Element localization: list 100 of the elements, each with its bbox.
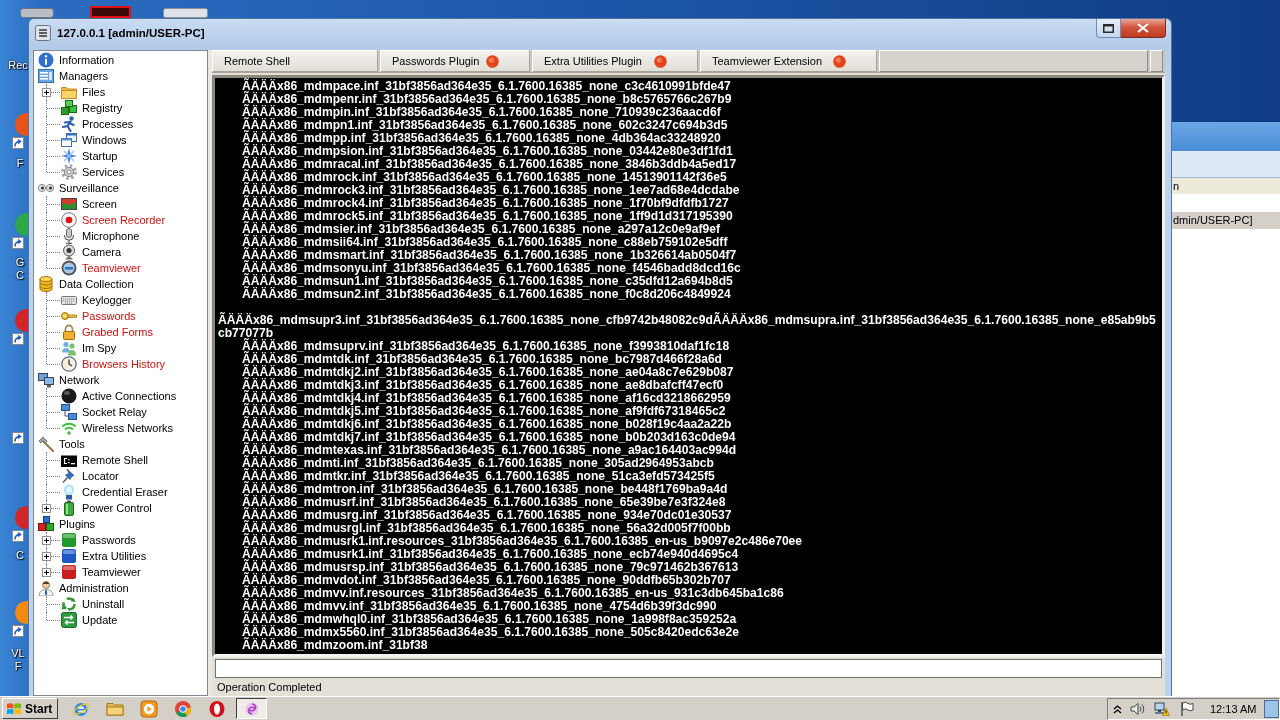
output-line: ÃÄÄÄx86_mdmsonyu.inf_31bf3856ad364e35_6.1.7600.16385_none_f4546badd8dcd16c — [241, 262, 742, 275]
output-line: ÃÄÄÄx86_mdmtdkj4.inf_31bf3856ad364e35_6.1.7600.16385_none_af16cd3218662959 — [241, 392, 732, 405]
expand-toggle[interactable] — [42, 568, 51, 577]
header-cell: n — [1172, 178, 1280, 194]
blank-panel — [1150, 50, 1163, 72]
status-text: Operation Completed — [217, 681, 322, 693]
tree-item[interactable]: Power Control — [81, 500, 153, 516]
tree-item[interactable]: Locator — [81, 468, 120, 484]
shortcut-icon — [11, 600, 28, 638]
output-line: ÃÄÄÄx86_mdmtdkj5.inf_31bf3856ad364e35_6.1.7600.16385_none_af9fdf67318465c2 — [241, 405, 726, 418]
show-desktop-button[interactable] — [1264, 699, 1279, 718]
tree-category[interactable]: Managers — [58, 68, 109, 84]
output-line: ÃÄÄÄx86_mdmtkr.inf_31bf3856ad364e35_6.1.7600.16385_none_51ca3efd573425f5 — [241, 470, 715, 483]
tree-item[interactable]: Browsers History — [81, 356, 167, 372]
tree-item[interactable]: Windows — [81, 132, 128, 148]
recycle-icon — [61, 596, 77, 612]
tree-item[interactable]: Screen Recorder — [81, 212, 167, 228]
tree-item[interactable]: Camera — [81, 244, 123, 260]
tree-category[interactable]: Data Collection — [58, 276, 135, 292]
output-line: ÃÄÄÄx86_mdmusrk1.inf.resources_31bf3856ad364e35_6.1.7600.16385_en-us_b9097e2c486e70ee — [241, 535, 804, 548]
expand-toggle[interactable] — [42, 552, 51, 561]
status-dot-icon — [486, 54, 499, 68]
output-line: ÃÄÄÄx86_mdmusrf.inf_31bf3856ad364e35_6.1.7600.16385_none_65e39be7e3f324e8 — [241, 496, 726, 509]
tree-item[interactable]: Passwords — [81, 532, 137, 548]
start-button[interactable]: Start — [2, 698, 59, 719]
windows-icon — [61, 132, 77, 148]
tree-item[interactable]: Remote Shell — [81, 452, 150, 468]
tab[interactable]: Passwords Plugin — [380, 50, 530, 72]
tree-item[interactable]: Grabed Forms — [81, 324, 154, 340]
tree-item[interactable]: Im Spy — [81, 340, 118, 356]
desktop-icon-label: VL F — [10, 647, 26, 673]
tree-item[interactable]: Teamviewer — [81, 564, 142, 580]
tree-category[interactable]: Administration — [58, 580, 130, 596]
clock[interactable]: 12:13 AM — [1210, 702, 1257, 715]
close-button[interactable] — [1121, 19, 1166, 38]
tree-category[interactable]: Surveillance — [58, 180, 120, 196]
tree-item[interactable]: Microphone — [81, 228, 141, 244]
blocks-icon — [38, 516, 54, 532]
monitors-icon — [38, 372, 54, 388]
people-icon — [61, 340, 77, 356]
taskbar-button[interactable] — [236, 698, 268, 719]
tree-item[interactable]: Registry — [81, 100, 124, 116]
output-line: ÃÄÄÄx86_mdmusrsp.inf_31bf3856ad364e35_6.1.7600.16385_none_79c971462b367613 — [241, 561, 740, 574]
swirl-icon — [243, 700, 260, 717]
tree-item[interactable]: Services — [81, 164, 126, 180]
disc-icon — [61, 260, 77, 276]
command-input[interactable] — [215, 659, 1162, 678]
play-icon[interactable] — [140, 699, 159, 718]
tree-item[interactable]: Startup — [81, 148, 119, 164]
output-line: ÃÄÄÄx86_mdmsun2.inf_31bf3856ad364e35_6.1.7600.16385_none_f0c8d206c4849924 — [241, 288, 731, 301]
maximize-icon — [1103, 23, 1114, 33]
expand-toggle[interactable] — [42, 536, 51, 545]
tree-category[interactable]: Tools — [58, 436, 86, 452]
tree-item[interactable]: Extra Utilities — [81, 548, 148, 564]
desktop-icon-label: G C — [14, 256, 26, 282]
tree-item[interactable]: Socket Relay — [81, 404, 148, 420]
bulb-icon — [61, 484, 77, 500]
tree-item[interactable]: Passwords — [81, 308, 137, 324]
output-line: ÃÄÄÄx86_mdmx5560.inf_31bf3856ad364e35_6.1.7600.16385_none_505c8420edc63e2e — [241, 626, 740, 639]
output-line: ÃÄÄÄx86_mdmtdkj6.inf_31bf3856ad364e35_6.1.7600.16385_none_b028f19c4aa2a22b — [241, 418, 732, 431]
tree-item[interactable]: Credential Eraser — [81, 484, 169, 500]
speaker-icon[interactable] — [1130, 700, 1146, 717]
tab[interactable]: Teamviewer Extension — [700, 50, 877, 72]
list-item: dmin/USER-PC] — [1172, 212, 1280, 229]
panel-icon — [38, 68, 54, 84]
expand-toggle[interactable] — [42, 88, 51, 97]
chevron-up-icon[interactable] — [1113, 703, 1122, 714]
tree-item[interactable]: Screen — [81, 196, 118, 212]
tree-item[interactable]: Processes — [81, 116, 135, 132]
tree-category[interactable]: Plugins — [58, 516, 97, 532]
status-dot-icon — [654, 54, 667, 68]
ring-icon[interactable] — [208, 699, 227, 718]
output-line: ÃÄÄÄx86_mdmtdkj3.inf_31bf3856ad364e35_6.1.7600.16385_none_ae8dbafcff47ecf0 — [241, 379, 724, 392]
padlock-icon — [61, 324, 77, 340]
tree-item[interactable]: Update — [81, 612, 119, 628]
tab[interactable]: Extra Utilities Plugin — [532, 50, 698, 72]
network-warning-icon[interactable] — [1154, 700, 1170, 717]
expand-toggle[interactable] — [42, 504, 51, 513]
segmented-circle-icon[interactable] — [174, 699, 193, 718]
clock-icon — [61, 356, 77, 372]
folder-icon — [61, 84, 77, 100]
shortcut-icon — [11, 308, 28, 346]
output-line: ÃÄÄÄx86_mdmtron.inf_31bf3856ad364e35_6.1.7600.16385_none_be448f1769ba9a4d — [241, 483, 729, 496]
output-line: ÃÄÄÄx86_mdmtdkj2.inf_31bf3856ad364e35_6.1.7600.16385_none_ae04a8c7e629b087 — [241, 366, 735, 379]
flag-icon[interactable] — [1179, 700, 1195, 717]
output-line: ÃÄÄÄx86_mdmusrk1.inf_31bf3856ad364e35_6.1.7600.16385_none_ecb74e940d4695c4 — [241, 548, 739, 561]
tab[interactable]: Remote Shell — [212, 50, 378, 72]
tree-item[interactable]: Uninstall — [81, 596, 126, 612]
webcam-icon — [61, 244, 77, 260]
tree-item[interactable]: Active Connections — [81, 388, 178, 404]
maximize-button[interactable] — [1096, 19, 1121, 38]
output-line: ÃÄÄÄx86_mdmpn1.inf_31bf3856ad364e35_6.1.7600.16385_none_602c3247c694b3d5 — [241, 119, 729, 132]
tree-item[interactable]: Keylogger — [81, 292, 133, 308]
tree-item[interactable]: Wireless Networks — [81, 420, 175, 436]
tree-category[interactable]: Information — [58, 52, 116, 68]
output-line: ÃÄÄÄx86_mdmtdkj7.inf_31bf3856ad364e35_6.1.7600.16385_none_b0b203d163c0de94 — [241, 431, 737, 444]
tree-item[interactable]: Teamviewer — [81, 260, 142, 276]
database-icon — [38, 276, 54, 292]
tree-category[interactable]: Network — [58, 372, 101, 388]
tree-item[interactable]: Files — [81, 84, 107, 100]
